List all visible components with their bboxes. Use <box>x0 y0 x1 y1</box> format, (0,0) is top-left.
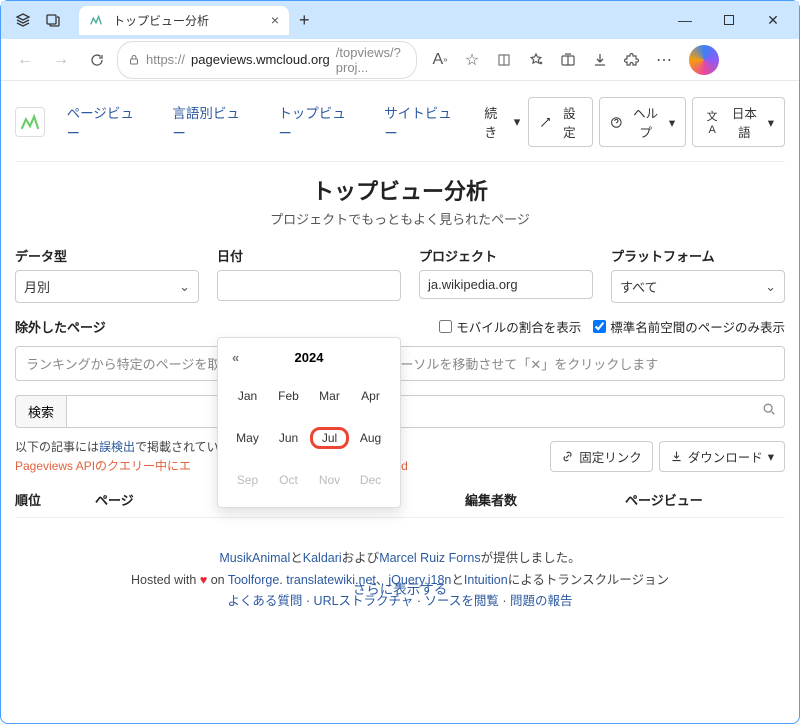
tab-title: トップビュー分析 <box>113 12 209 29</box>
close-tab-icon[interactable]: × <box>271 12 279 28</box>
favorite-icon[interactable]: ☆ <box>457 45 487 75</box>
close-window-button[interactable]: ✕ <box>751 5 795 35</box>
footer-jquery-link[interactable]: jQuery.i18n <box>388 573 451 587</box>
settings-button[interactable]: 設定 <box>528 97 592 147</box>
favorites-collection-icon[interactable] <box>521 45 551 75</box>
url-input[interactable]: https:// pageviews.wmcloud.org/topviews/?… <box>117 41 417 79</box>
search-input[interactable] <box>67 395 785 428</box>
date-label: 日付 <box>217 246 401 265</box>
chevron-down-icon: ⌄ <box>765 279 776 295</box>
excluded-label: 除外したページ <box>15 317 215 336</box>
datepicker-prev-button[interactable]: « <box>232 350 239 365</box>
downloads-icon[interactable] <box>585 45 615 75</box>
book-icon[interactable] <box>489 45 519 75</box>
footer-kaldari-link[interactable]: Kaldari <box>303 551 342 565</box>
datepicker-month-mar[interactable]: Mar <box>310 385 349 407</box>
read-aloud-icon[interactable]: A» <box>425 45 455 75</box>
project-input[interactable]: ja.wikipedia.org <box>419 270 593 299</box>
datatype-select[interactable]: 月別⌄ <box>15 270 199 303</box>
platform-select[interactable]: すべて⌄ <box>611 270 785 303</box>
collections-icon[interactable] <box>553 45 583 75</box>
site-logo[interactable] <box>15 107 45 137</box>
datatype-label: データ型 <box>15 246 199 265</box>
date-picker-popup: « 2024 JanFebMarApr MayJunJulAug SepOctNov… <box>217 337 401 508</box>
footer-translatewiki-link[interactable]: translatewiki.net <box>286 573 376 587</box>
date-input[interactable] <box>217 270 401 301</box>
favicon-icon <box>89 13 103 27</box>
more-icon[interactable]: ⋯ <box>649 45 679 75</box>
page-subtitle: プロジェクトでもっともよく見られたページ <box>15 209 785 228</box>
url-path: /topviews/?proj... <box>336 45 406 75</box>
datepicker-month-oct: Oct <box>269 469 308 491</box>
col-rank: 順位 <box>15 490 95 509</box>
datepicker-month-feb[interactable]: Feb <box>269 385 308 407</box>
platform-label: プラットフォーム <box>611 246 785 265</box>
window-titlebar: トップビュー分析 × + — ✕ <box>1 1 799 39</box>
refresh-button[interactable] <box>81 44 113 76</box>
footer-marcel-link[interactable]: Marcel Ruiz Forns <box>379 551 480 565</box>
footer-source-link[interactable]: ソースを閲覧 <box>425 594 499 608</box>
nav-topview[interactable]: トップビュー <box>266 98 370 146</box>
download-button[interactable]: ダウンロード ▾ <box>659 441 785 472</box>
site-nav: ページビュー 言語別ビュー トップビュー サイトビュー 続き ▾ 設定 ヘルプ … <box>15 91 785 162</box>
col-editors: 編集者数 <box>465 490 625 509</box>
search-icon <box>762 402 776 421</box>
nav-siteview[interactable]: サイトビュー <box>372 98 476 146</box>
mobile-ratio-checkbox[interactable]: モバイルの割合を表示 <box>439 317 581 336</box>
project-label: プロジェクト <box>419 246 593 265</box>
back-button[interactable]: ← <box>9 44 41 76</box>
footer-faq-link[interactable]: よくある質問 <box>227 594 302 608</box>
nav-pageview[interactable]: ページビュー <box>55 98 159 146</box>
datepicker-month-jan[interactable]: Jan <box>228 385 267 407</box>
tab-actions-icon[interactable] <box>45 12 61 28</box>
help-button[interactable]: ヘルプ ▾ <box>599 97 687 147</box>
forward-button: → <box>45 44 77 76</box>
false-positive-link[interactable]: 誤検出 <box>99 440 135 454</box>
footer-report-link[interactable]: 問題の報告 <box>510 594 573 608</box>
address-bar: ← → https:// pageviews.wmcloud.org/topvie… <box>1 39 799 81</box>
col-views: ページビュー <box>625 490 785 509</box>
language-button[interactable]: 文A日本語 ▾ <box>692 97 785 147</box>
page-footer: MusikAnimalとKaldariおよびMarcel Ruiz Fornsが… <box>1 548 799 612</box>
footer-url-link[interactable]: URLストラクチャ <box>314 594 414 608</box>
datepicker-month-jun[interactable]: Jun <box>269 427 308 449</box>
datepicker-year[interactable]: 2024 <box>295 350 324 365</box>
chevron-down-icon: ⌄ <box>179 279 190 295</box>
datepicker-month-may[interactable]: May <box>228 427 267 449</box>
workspaces-icon[interactable] <box>15 12 31 28</box>
lock-icon <box>128 54 140 66</box>
namespace-checkbox[interactable]: 標準名前空間のページのみ表示 <box>593 317 785 336</box>
browser-tab[interactable]: トップビュー分析 × <box>79 6 289 35</box>
search-label: 検索 <box>15 395 67 428</box>
footer-musikanimal-link[interactable]: MusikAnimal <box>219 551 290 565</box>
datepicker-month-jul[interactable]: Jul <box>310 427 349 449</box>
copilot-icon[interactable] <box>689 45 719 75</box>
minimize-button[interactable]: — <box>663 5 707 35</box>
nav-langview[interactable]: 言語別ビュー <box>160 98 264 146</box>
maximize-button[interactable] <box>707 5 751 35</box>
page-title: トップビュー分析 <box>15 174 785 206</box>
chevron-down-icon: ▾ <box>514 114 521 130</box>
permalink-button[interactable]: 固定リンク <box>550 441 653 472</box>
url-protocol: https:// <box>146 52 185 67</box>
datepicker-month-nov: Nov <box>310 469 349 491</box>
nav-continue-dropdown[interactable]: 続き ▾ <box>478 99 526 145</box>
url-domain: pageviews.wmcloud.org <box>191 52 330 67</box>
footer-intuition-link[interactable]: Intuition <box>464 573 508 587</box>
datepicker-month-dec: Dec <box>351 469 390 491</box>
datepicker-month-sep: Sep <box>228 469 267 491</box>
extensions-icon[interactable] <box>617 45 647 75</box>
new-tab-button[interactable]: + <box>299 10 310 31</box>
footer-toolforge-link[interactable]: Toolforge <box>228 573 279 587</box>
datepicker-month-aug[interactable]: Aug <box>351 427 390 449</box>
datepicker-month-apr[interactable]: Apr <box>351 385 390 407</box>
